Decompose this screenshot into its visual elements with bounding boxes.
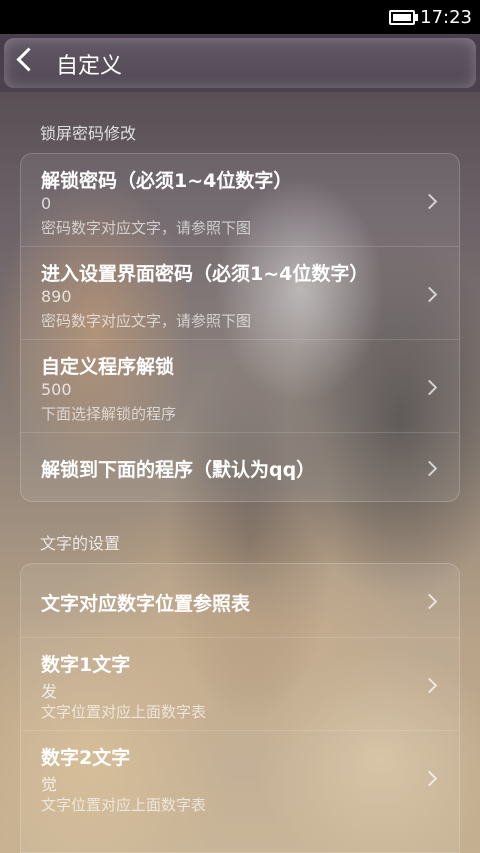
setting-custom-app-unlock[interactable]: 自定义程序解锁 500 下面选择解锁的程序: [21, 340, 459, 433]
chevron-right-icon: [421, 193, 438, 210]
app-bar: 自定义: [0, 34, 480, 92]
setting-subtitle: 密码数字对应文字，请参照下图: [41, 312, 252, 330]
setting-title: 解锁到下面的程序（默认为qq）: [41, 459, 316, 481]
section-label-lock-password: 锁屏密码修改: [40, 124, 137, 143]
chevron-right-icon: [421, 593, 438, 610]
setting-title: 解锁密码（必须1~4位数字）: [41, 170, 293, 192]
setting-number-1-text[interactable]: 数字1文字 发 文字位置对应上面数字表: [21, 638, 459, 731]
setting-title: 数字2文字: [41, 747, 131, 769]
page-title: 自定义: [56, 54, 123, 79]
setting-value: 觉: [41, 775, 58, 794]
setting-value: 发: [41, 682, 58, 701]
setting-title: 自定义程序解锁: [41, 356, 175, 378]
card-text-settings: 文字对应数字位置参照表 数字1文字 发 文字位置对应上面数字表 数字2文字 觉 …: [20, 563, 460, 853]
chevron-right-icon: [421, 460, 438, 477]
status-bar: 17:23: [0, 0, 480, 34]
setting-title: 进入设置界面密码（必须1~4位数字）: [41, 263, 369, 285]
setting-number-2-text[interactable]: 数字2文字 觉 文字位置对应上面数字表: [21, 731, 459, 823]
chevron-right-icon: [421, 677, 438, 694]
setting-subtitle: 密码数字对应文字，请参照下图: [41, 219, 252, 237]
setting-unlock-to-app[interactable]: 解锁到下面的程序（默认为qq）: [21, 433, 459, 501]
setting-subtitle: 下面选择解锁的程序: [41, 405, 177, 423]
setting-unlock-password[interactable]: 解锁密码（必须1~4位数字） 0 密码数字对应文字，请参照下图: [21, 154, 459, 247]
setting-value: 500: [41, 380, 72, 399]
chevron-right-icon: [421, 379, 438, 396]
setting-subtitle: 文字位置对应上面数字表: [41, 796, 207, 814]
section-label-text-settings: 文字的设置: [40, 534, 121, 553]
battery-icon: [389, 9, 419, 25]
setting-title: 文字对应数字位置参照表: [41, 593, 251, 615]
chevron-right-icon: [421, 286, 438, 303]
status-time: 17:23: [420, 6, 472, 28]
setting-value: 0: [41, 194, 52, 213]
setting-title: 数字1文字: [41, 654, 131, 676]
setting-settings-password[interactable]: 进入设置界面密码（必须1~4位数字） 890 密码数字对应文字，请参照下图: [21, 247, 459, 340]
setting-subtitle: 文字位置对应上面数字表: [41, 703, 207, 721]
card-lock-password: 解锁密码（必须1~4位数字） 0 密码数字对应文字，请参照下图 进入设置界面密码…: [20, 153, 460, 502]
setting-value: 890: [41, 287, 72, 306]
chevron-right-icon: [421, 770, 438, 787]
setting-text-number-table[interactable]: 文字对应数字位置参照表: [21, 564, 459, 638]
